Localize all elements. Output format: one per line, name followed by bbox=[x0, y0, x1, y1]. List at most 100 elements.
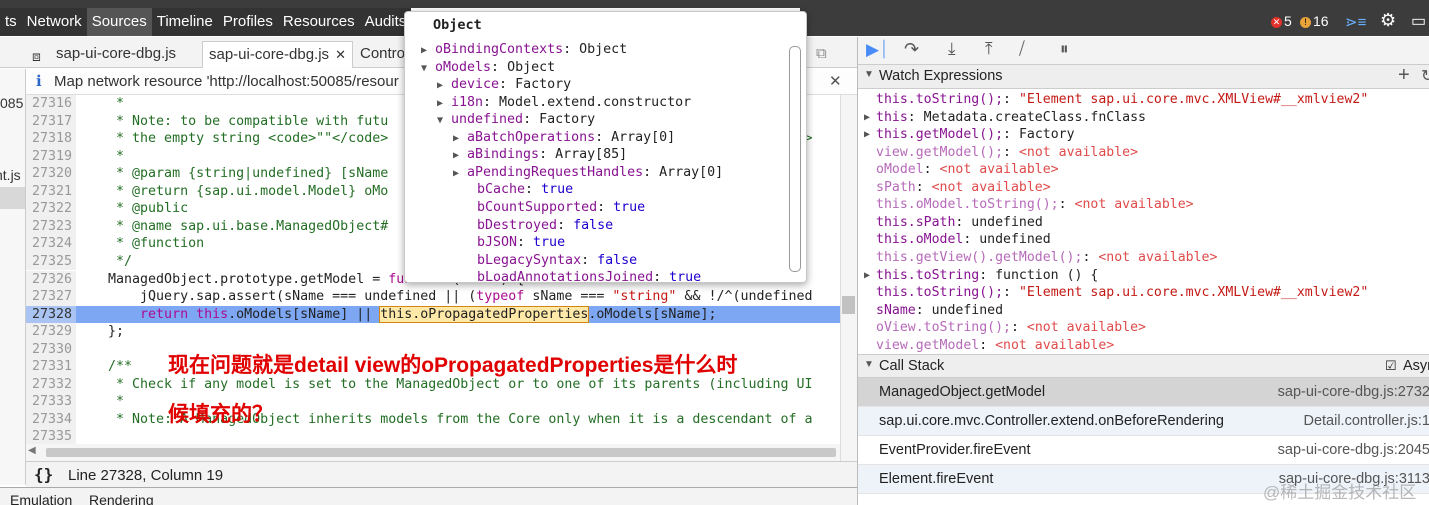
add-watch-button[interactable]: + bbox=[1398, 64, 1410, 87]
code-line[interactable]: 27333 * bbox=[26, 393, 840, 411]
line-number[interactable]: 27331 bbox=[26, 358, 76, 376]
deactivate-breakpoints-icon[interactable]: ⧸ bbox=[1019, 39, 1025, 59]
code-line[interactable]: 27329 }; bbox=[26, 323, 840, 341]
frame-location[interactable]: sap-ui-core-dbg.js:2045 bbox=[1278, 436, 1429, 465]
settings-gear-icon[interactable]: ⚙ bbox=[1380, 10, 1396, 31]
code-line[interactable]: 27334 * Note: A ManagedObject inherits m… bbox=[26, 410, 840, 429]
resume-icon[interactable]: ▶⏐ bbox=[866, 40, 889, 60]
watch-expression[interactable]: this.sPath: undefined bbox=[876, 214, 1043, 232]
expanded-arrow-icon[interactable]: ▼ bbox=[421, 60, 435, 78]
watch-expression[interactable]: oView.toString();: <not available> bbox=[876, 319, 1146, 337]
console-drawer-icon[interactable]: ⋗≡ bbox=[1345, 13, 1366, 31]
watch-expression[interactable]: ▶ this.getModel();: Factory bbox=[864, 126, 1075, 144]
navigator-item[interactable]: nt.js bbox=[0, 167, 21, 183]
step-over-icon[interactable]: ↷ bbox=[904, 39, 919, 60]
refresh-watch-icon[interactable]: ↻ bbox=[1421, 66, 1429, 86]
line-number[interactable]: 27332 bbox=[26, 375, 76, 394]
popover-row[interactable]: bCache: true bbox=[463, 181, 573, 199]
drawer-tab-emulation[interactable]: Emulation bbox=[10, 492, 72, 505]
editor-vertical-scrollbar[interactable] bbox=[840, 95, 857, 461]
expand-arrow-icon[interactable]: ▶ bbox=[453, 147, 467, 165]
line-number[interactable]: 27322 bbox=[26, 200, 76, 218]
editor-scroll-thumb[interactable] bbox=[842, 296, 855, 314]
close-infobar-icon[interactable]: ✕ bbox=[829, 72, 842, 90]
frame-location[interactable]: Detail.controller.js:1 bbox=[1303, 407, 1429, 436]
watch-expression[interactable]: sName: undefined bbox=[876, 302, 1003, 320]
expand-arrow-icon[interactable]: ▶ bbox=[864, 109, 870, 127]
panel-tab[interactable]: Sources bbox=[86, 8, 152, 36]
watch-expression[interactable]: this.oModel.toString();: <not available> bbox=[876, 196, 1194, 214]
close-tab-icon[interactable]: ✕ bbox=[335, 47, 346, 62]
popover-row[interactable]: bLoadAnnotationsJoined: true bbox=[463, 269, 701, 282]
popover-row[interactable]: ▶ aPendingRequestHandles: Array[0] bbox=[453, 164, 723, 182]
popover-row[interactable]: ▶ aBatchOperations: Array[0] bbox=[453, 129, 675, 147]
call-stack-header[interactable]: ▼ Call Stack ☑ Asyn bbox=[858, 354, 1429, 378]
popover-row[interactable]: ▶ aBindings: Array[85] bbox=[453, 146, 627, 164]
dock-icon[interactable]: ▭ bbox=[1411, 11, 1426, 31]
line-number[interactable]: 27325 bbox=[26, 252, 76, 271]
line-number[interactable]: 27321 bbox=[26, 182, 76, 201]
code-line[interactable]: 27327 jQuery.sap.assert(sName === undefi… bbox=[26, 288, 840, 306]
call-frame[interactable]: EventProvider.fireEvent sap-ui-core-dbg.j… bbox=[858, 436, 1429, 465]
expand-arrow-icon[interactable]: ▶ bbox=[421, 42, 435, 60]
line-number[interactable]: 27328 bbox=[26, 305, 76, 324]
navigator-item[interactable]: 085 bbox=[0, 95, 23, 111]
error-badge[interactable]: ✕ 5 bbox=[1271, 13, 1292, 29]
panel-tab[interactable]: Profiles bbox=[218, 8, 278, 36]
popover-row[interactable]: bJSON: true bbox=[463, 234, 565, 252]
watch-expression[interactable]: this.oModel: undefined bbox=[876, 231, 1051, 249]
file-tab-active[interactable]: sap-ui-core-dbg.js ✕ bbox=[202, 41, 353, 68]
popover-row[interactable]: bDestroyed: false bbox=[463, 217, 613, 235]
panel-tab[interactable]: Timeline bbox=[152, 8, 218, 36]
line-number[interactable]: 27317 bbox=[26, 112, 76, 131]
line-number[interactable]: 27324 bbox=[26, 235, 76, 253]
horizontal-scroll-thumb[interactable] bbox=[46, 448, 836, 457]
expanded-arrow-icon[interactable]: ▼ bbox=[437, 112, 451, 130]
watch-expressions-header[interactable]: ▼ Watch Expressions + ↻ bbox=[858, 64, 1429, 89]
panel-tab[interactable]: Network bbox=[22, 8, 87, 36]
file-tab[interactable]: sap-ui-core-dbg.js bbox=[50, 41, 182, 68]
popover-row[interactable]: bCountSupported: true bbox=[463, 199, 645, 217]
line-number[interactable]: 27318 bbox=[26, 130, 76, 148]
watch-expression[interactable]: this.toString();: "Element sap.ui.core.m… bbox=[876, 91, 1368, 109]
call-frame[interactable]: sap.ui.core.mvc.Controller.extend.onBefo… bbox=[858, 407, 1429, 436]
watch-expression[interactable]: view.getModel();: <not available> bbox=[876, 144, 1138, 162]
popover-row[interactable]: ▶ oBindingContexts: Object bbox=[421, 41, 627, 59]
watch-expression[interactable]: ▶ this: Metadata.createClass.fnClass bbox=[864, 109, 1146, 127]
popover-row[interactable]: bLegacySyntax: false bbox=[463, 252, 637, 270]
line-number[interactable]: 27319 bbox=[26, 147, 76, 166]
navigator-toggle-icon[interactable]: ⧈ bbox=[26, 43, 47, 70]
pause-on-exceptions-icon[interactable]: ⏸ bbox=[1060, 39, 1069, 59]
line-number[interactable]: 27330 bbox=[26, 340, 76, 359]
file-tab[interactable]: Contro bbox=[354, 41, 411, 68]
expand-arrow-icon[interactable]: ▶ bbox=[864, 126, 870, 144]
watch-expression[interactable]: oModel: <not available> bbox=[876, 161, 1059, 179]
popover-row[interactable]: ▼ undefined: Factory bbox=[437, 111, 595, 129]
panel-tab[interactable]: Resources bbox=[278, 8, 360, 36]
scroll-left-icon[interactable]: ◀ bbox=[28, 445, 36, 456]
line-number[interactable]: 27333 bbox=[26, 393, 76, 411]
call-frame[interactable]: ManagedObject.getModel sap-ui-core-dbg.js… bbox=[858, 378, 1429, 407]
drawer-tab-rendering[interactable]: Rendering bbox=[89, 492, 154, 505]
popover-row[interactable]: ▼ oModels: Object bbox=[421, 59, 555, 77]
step-into-icon[interactable]: ⤓ bbox=[948, 39, 956, 59]
line-number[interactable]: 27320 bbox=[26, 165, 76, 183]
line-number[interactable]: 27326 bbox=[26, 270, 76, 288]
popover-row[interactable]: ▶ device: Factory bbox=[437, 76, 571, 94]
popover-scrollbar[interactable] bbox=[789, 46, 801, 272]
watch-expression[interactable]: view.getModel: <not available> bbox=[876, 337, 1114, 354]
line-number[interactable]: 27327 bbox=[26, 288, 76, 306]
expand-arrow-icon[interactable]: ▶ bbox=[453, 130, 467, 148]
popover-row[interactable]: ▶ i18n: Model.extend.constructor bbox=[437, 94, 691, 112]
debugger-toggle-icon[interactable]: ⧉ bbox=[810, 41, 833, 68]
line-number[interactable]: 27334 bbox=[26, 410, 76, 429]
line-number[interactable]: 27316 bbox=[26, 95, 76, 113]
editor-horizontal-scrollbar[interactable]: ◀ bbox=[26, 444, 840, 461]
step-out-icon[interactable]: ⤒ bbox=[985, 39, 993, 59]
line-number[interactable]: 27323 bbox=[26, 217, 76, 236]
expand-arrow-icon[interactable]: ▶ bbox=[437, 77, 451, 95]
expand-arrow-icon[interactable]: ▶ bbox=[453, 165, 467, 183]
navigator-selected-row[interactable] bbox=[0, 187, 25, 209]
watch-expression[interactable]: sPath: <not available> bbox=[876, 179, 1051, 197]
pretty-print-button[interactable]: {} bbox=[34, 465, 53, 484]
